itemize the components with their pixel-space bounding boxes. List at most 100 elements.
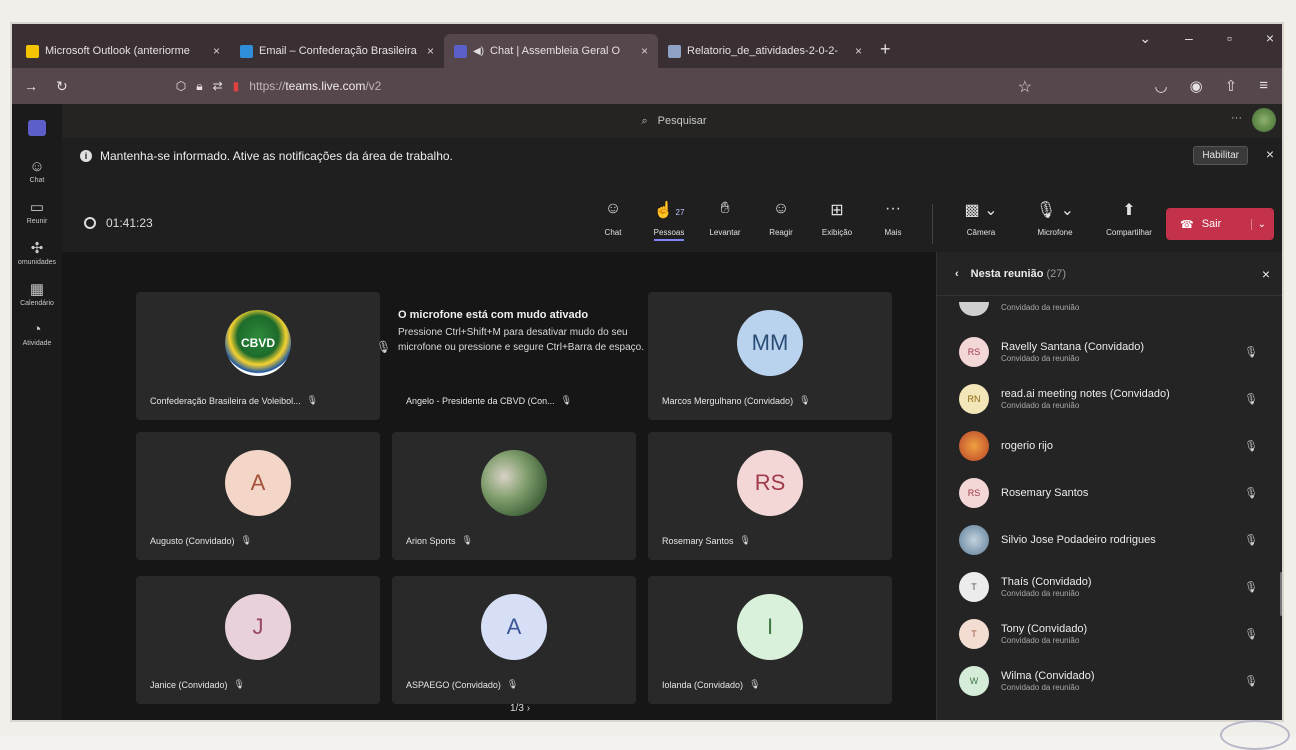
avatar bbox=[959, 302, 989, 316]
view-button[interactable]: ⊞ Exibição bbox=[814, 200, 860, 244]
react-button[interactable]: ☺ Reagir bbox=[758, 200, 804, 244]
minimize-button[interactable]: – bbox=[1185, 30, 1193, 47]
participant-tile[interactable]: Angelo - Presidente da CBVD (Con... 🎙︎ bbox=[392, 292, 636, 420]
share-screen-icon: ⬆ bbox=[1122, 202, 1136, 219]
participant-role: Convidado da reunião bbox=[1001, 635, 1080, 645]
list-item[interactable]: W Wilma (Convidado) Convidado da reunião … bbox=[937, 657, 1282, 704]
mic-off-icon: 🎙︎ bbox=[240, 535, 252, 545]
toolbar-divider bbox=[932, 204, 933, 244]
rail-item-communities[interactable]: ✣ omunidades bbox=[18, 239, 56, 266]
rail-item-chat[interactable]: ☺ Chat bbox=[29, 158, 44, 184]
more-options-icon[interactable]: ··· bbox=[1231, 112, 1242, 124]
close-icon[interactable]: × bbox=[855, 44, 862, 58]
search-input[interactable]: Pesquisar bbox=[658, 115, 707, 127]
meeting-stage: CBVD Confederação Brasileira de Voleibol… bbox=[62, 252, 936, 720]
tile-name-text: Rosemary Santos bbox=[662, 535, 734, 546]
chat-button[interactable]: ☺ Chat bbox=[590, 200, 636, 244]
mic-off-icon: 🎙︎ bbox=[306, 395, 319, 405]
participant-tile[interactable]: RS Rosemary Santos 🎙︎ bbox=[648, 432, 892, 560]
participant-tile[interactable]: A ASPAEGO (Convidado) 🎙︎ bbox=[392, 576, 636, 704]
tab-outlook[interactable]: Microsoft Outlook (anteriorme × bbox=[16, 34, 230, 68]
rail-label: Chat bbox=[29, 177, 45, 184]
avatar[interactable] bbox=[1252, 108, 1276, 132]
mic-off-icon: 🎙︎ bbox=[1244, 628, 1258, 640]
teams-icon bbox=[454, 44, 467, 58]
list-item[interactable]: RN read.ai meeting notes (Convidado) Conv… bbox=[937, 375, 1282, 422]
list-item[interactable]: Convidado da reunião bbox=[937, 302, 1282, 328]
more-button[interactable]: ··· Mais bbox=[870, 200, 916, 244]
maximize-button[interactable]: ▫ bbox=[1227, 30, 1232, 47]
list-item[interactable]: RS Ravelly Santana (Convidado) Convidado … bbox=[937, 328, 1282, 375]
tab-email[interactable]: Email – Confederação Brasileira × bbox=[230, 34, 444, 68]
gallery-pager[interactable]: 1/3 › bbox=[510, 703, 530, 714]
list-item[interactable]: T Tony (Convidado) Convidado da reunião 🎙… bbox=[937, 610, 1282, 657]
leave-button[interactable]: ☎ Sair ⌄ bbox=[1166, 208, 1274, 240]
people-button[interactable]: ☝ 27 Pessoas bbox=[646, 200, 692, 244]
share-button[interactable]: ⬆ Compartilhar bbox=[1097, 200, 1161, 244]
speaker-icon[interactable]: ◀) bbox=[473, 46, 484, 57]
hand-icon: ✋︎ bbox=[720, 200, 730, 217]
participant-tile[interactable]: MM Marcos Mergulhano (Convidado) 🎙︎ bbox=[648, 292, 892, 420]
camera-off-icon: ▩ ⌄ bbox=[964, 202, 998, 219]
chevron-down-icon[interactable]: ⌄ bbox=[1139, 30, 1151, 47]
meeting-controls: ☺ Chat ☝ 27 Pessoas ✋︎ Levantar ☺ Reagir … bbox=[590, 200, 1161, 244]
participant-info: Silvio Jose Podadeiro rodrigues bbox=[1001, 534, 1156, 546]
avatar: MM bbox=[737, 310, 803, 376]
list-item[interactable]: RS Rosemary Santos 🎙︎ bbox=[937, 469, 1282, 516]
chevron-down-icon[interactable]: ⌄ bbox=[1250, 218, 1266, 230]
rail-item-activity[interactable]: ◔ Atividade bbox=[23, 321, 52, 347]
lock-icon: 🔒︎ bbox=[196, 78, 203, 93]
tab-report[interactable]: Relatorio_de_atividades-2-0-2- × bbox=[658, 34, 872, 68]
raise-hand-button[interactable]: ✋︎ Levantar bbox=[702, 200, 748, 244]
tab-teams-chat[interactable]: ◀) Chat | Assembleia Geral O × bbox=[444, 34, 658, 68]
avatar: A bbox=[225, 450, 291, 516]
url-bar[interactable]: ⬡ 🔒︎ ⇄ ▮ https://teams.live.com/v2 bbox=[176, 79, 382, 94]
shield-icon: ⬡ bbox=[175, 79, 187, 93]
rail-item-meet[interactable]: ▭ Reunir bbox=[27, 198, 48, 225]
microphone-button[interactable]: 🎙︎ ⌄ Microfone bbox=[1023, 200, 1087, 244]
communities-icon: ✣ bbox=[30, 240, 44, 257]
participant-tile[interactable]: A Augusto (Convidado) 🎙︎ bbox=[136, 432, 380, 560]
tab-bar: Microsoft Outlook (anteriorme × Email – … bbox=[12, 24, 1282, 68]
list-item[interactable]: T Thaís (Convidado) Convidado da reunião … bbox=[937, 563, 1282, 610]
close-icon[interactable]: × bbox=[1262, 266, 1270, 282]
paper-stamp bbox=[1220, 720, 1290, 750]
pocket-icon[interactable]: ◡ bbox=[1154, 77, 1167, 95]
list-item[interactable]: Silvio Jose Podadeiro rodrigues 🎙︎ bbox=[937, 516, 1282, 563]
mail-icon bbox=[240, 44, 253, 58]
forward-button[interactable]: → bbox=[24, 78, 38, 94]
close-icon[interactable]: × bbox=[427, 44, 434, 58]
account-icon[interactable]: ◉ bbox=[1190, 77, 1203, 95]
close-icon[interactable]: × bbox=[213, 44, 220, 58]
participant-name: Silvio Jose Podadeiro rodrigues bbox=[1001, 533, 1156, 546]
chevron-right-icon[interactable]: › bbox=[527, 703, 530, 714]
camera-button[interactable]: ▩ ⌄ Câmera bbox=[949, 200, 1013, 244]
avatar: RN bbox=[959, 383, 989, 414]
participant-list: Convidado da reunião RS Ravelly Santana … bbox=[937, 302, 1282, 704]
participant-tile[interactable]: J Janice (Convidado) 🎙︎ bbox=[136, 576, 380, 704]
chevron-left-icon[interactable]: ‹ bbox=[955, 268, 959, 280]
menu-icon[interactable]: ≡ bbox=[1259, 77, 1268, 95]
list-item[interactable]: rogerio rijo 🎙︎ bbox=[937, 422, 1282, 469]
mic-off-icon: 🎙︎ bbox=[799, 395, 811, 405]
participant-tile[interactable]: I Iolanda (Convidado) 🎙︎ bbox=[648, 576, 892, 704]
participant-tile[interactable]: CBVD Confederação Brasileira de Voleibol… bbox=[136, 292, 380, 420]
close-icon[interactable]: × bbox=[641, 44, 648, 58]
participant-name: Tony (Convidado) bbox=[1001, 622, 1088, 635]
participant-tile[interactable]: Arion Sports 🎙︎ bbox=[392, 432, 636, 560]
microphone-icon: ▮ bbox=[232, 79, 240, 93]
scrollbar[interactable] bbox=[1280, 572, 1282, 616]
tool-label: Reagir bbox=[769, 228, 793, 237]
reload-button[interactable]: ↻ bbox=[56, 78, 68, 95]
new-tab-button[interactable]: + bbox=[880, 39, 891, 60]
close-window-button[interactable]: × bbox=[1266, 30, 1274, 47]
participant-info: Rosemary Santos bbox=[1001, 487, 1088, 499]
avatar: I bbox=[737, 594, 803, 660]
rail-item-calendar[interactable]: ▦ Calendário bbox=[20, 280, 54, 307]
bookmark-star-icon[interactable]: ☆ bbox=[1018, 77, 1032, 97]
banner-text: Mantenha-se informado. Ative as notifica… bbox=[100, 149, 453, 163]
enable-notifications-button[interactable]: Habilitar bbox=[1193, 146, 1248, 165]
extensions-icon[interactable]: ⇧ bbox=[1225, 77, 1238, 95]
close-icon[interactable]: × bbox=[1266, 146, 1274, 162]
recording-dot-icon bbox=[84, 217, 96, 229]
